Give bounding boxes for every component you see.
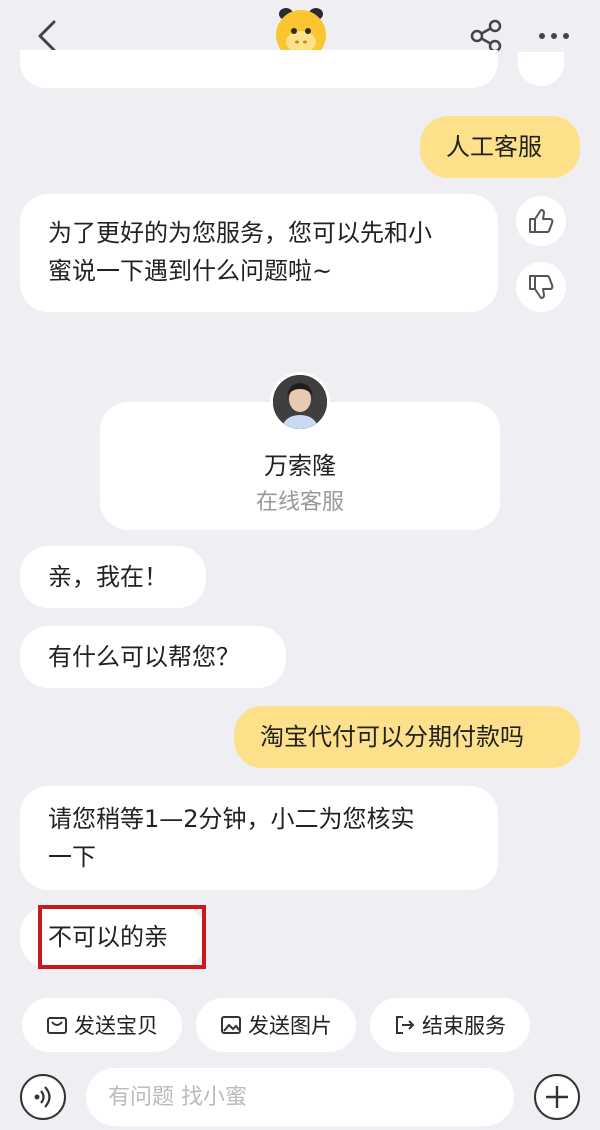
message-text-line-1: 请您稍等1—2分钟，小二为您核实 bbox=[48, 805, 415, 833]
user-message-bubble: 淘宝代付可以分期付款吗 bbox=[234, 706, 580, 768]
message-text: 淘宝代付可以分期付款吗 bbox=[260, 723, 524, 751]
message-text-line-2: 一下 bbox=[48, 843, 96, 871]
message-text: 人工客服 bbox=[446, 133, 542, 161]
highlight-annotation bbox=[38, 905, 206, 969]
exit-icon bbox=[396, 1016, 415, 1034]
thumbs-up-button[interactable] bbox=[516, 196, 566, 246]
voice-button[interactable] bbox=[20, 1074, 66, 1120]
agent-message-bubble: 亲，我在！ bbox=[20, 546, 206, 608]
previous-message-bubble bbox=[20, 50, 498, 88]
thumbs-down-button[interactable] bbox=[516, 262, 566, 312]
image-icon bbox=[221, 1016, 241, 1034]
agent-message-bubble: 有什么可以帮您？ bbox=[20, 626, 286, 688]
agent-message-bubble: 请您稍等1—2分钟，小二为您核实 一下 bbox=[20, 786, 498, 890]
user-message-bubble: 人工客服 bbox=[420, 116, 580, 178]
end-service-label: 结束服务 bbox=[422, 1014, 506, 1038]
agent-avatar[interactable] bbox=[270, 372, 330, 432]
message-text: 有什么可以帮您？ bbox=[48, 643, 240, 671]
chat-screen: 人工客服 为了更好的为您服务，您可以先和小 蜜说一下遇到什么问题啦~ 万索隆 在… bbox=[0, 0, 600, 1130]
more-options-button[interactable] bbox=[534, 1074, 580, 1120]
end-service-button[interactable]: 结束服务 bbox=[370, 998, 530, 1052]
message-text-line-1: 为了更好的为您服务，您可以先和小 bbox=[48, 219, 432, 247]
message-input[interactable] bbox=[86, 1068, 514, 1126]
thumbs-up-icon bbox=[529, 209, 554, 233]
message-text: 亲，我在！ bbox=[48, 563, 168, 591]
agent-role: 在线客服 bbox=[255, 490, 344, 515]
more-icon[interactable] bbox=[536, 24, 572, 48]
agent-photo bbox=[273, 375, 327, 429]
previous-feedback-button[interactable] bbox=[518, 52, 564, 86]
bot-message-bubble: 为了更好的为您服务，您可以先和小 蜜说一下遇到什么问题啦~ bbox=[20, 194, 498, 312]
bag-icon bbox=[47, 1017, 67, 1034]
message-text-line-2: 蜜说一下遇到什么问题啦~ bbox=[48, 257, 333, 285]
agent-name: 万索隆 bbox=[264, 452, 336, 480]
send-item-label: 发送宝贝 bbox=[74, 1014, 158, 1038]
share-icon[interactable] bbox=[468, 18, 504, 54]
send-item-button[interactable]: 发送宝贝 bbox=[22, 998, 182, 1052]
plus-icon bbox=[546, 1086, 568, 1108]
chevron-left-icon[interactable] bbox=[34, 18, 62, 54]
voice-icon bbox=[34, 1086, 51, 1108]
thumbs-down-icon bbox=[529, 275, 554, 299]
send-image-label: 发送图片 bbox=[248, 1014, 332, 1038]
send-image-button[interactable]: 发送图片 bbox=[196, 998, 356, 1052]
